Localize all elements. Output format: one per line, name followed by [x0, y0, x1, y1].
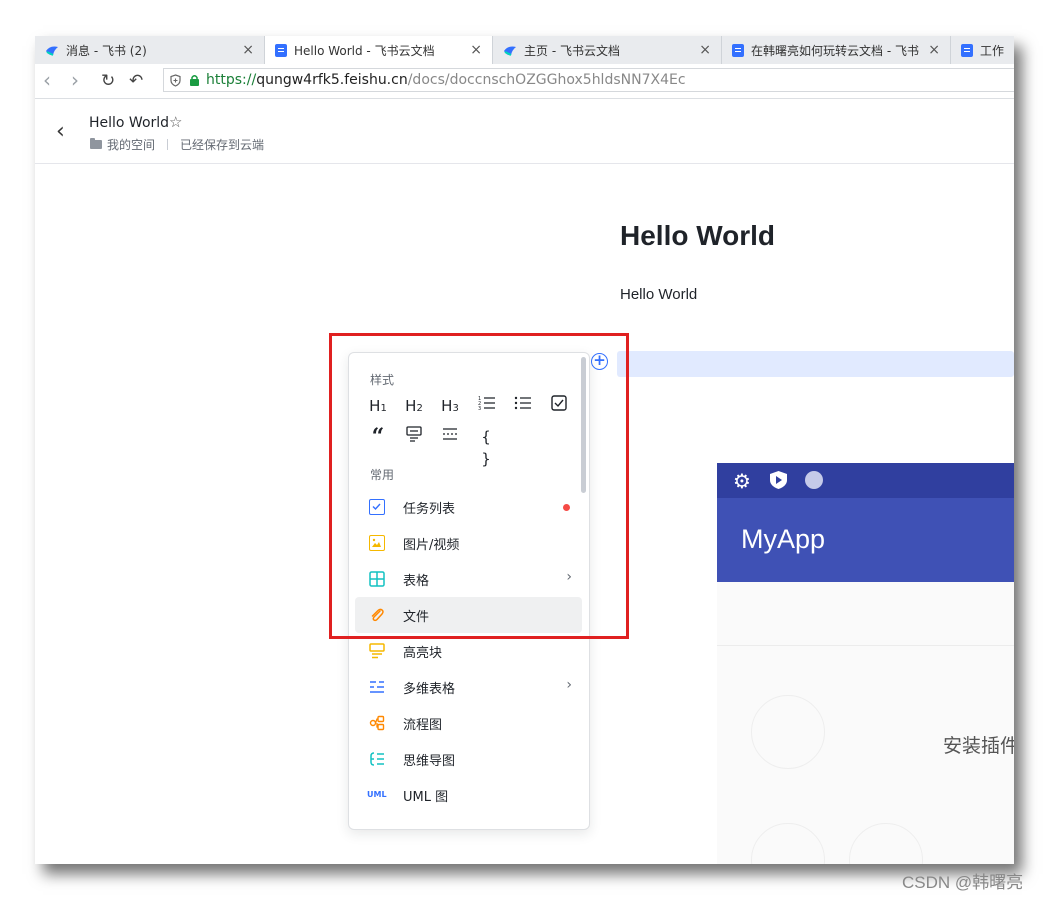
- menu-item-label: UML 图: [403, 790, 449, 805]
- menu-item-flowchart[interactable]: 流程图: [355, 705, 582, 741]
- tab-work[interactable]: 工作: [951, 36, 1014, 64]
- feishu-bird-icon: [503, 44, 517, 57]
- menu-item-label: 思维导图: [403, 754, 456, 769]
- breadcrumb: 我的空间 已经保存到云端: [90, 136, 264, 153]
- app-toolbar: MyApp: [717, 498, 1014, 582]
- url-path: /docs/doccnschOZGGhox5hldsNN7X4Ec: [407, 72, 686, 88]
- menu-item-label: 高亮块: [403, 646, 443, 661]
- tab-label: 消息 - 飞书 (2): [66, 43, 147, 58]
- menu-item-bitable[interactable]: 多维表格 ›: [355, 669, 582, 705]
- close-tab-icon[interactable]: ×: [470, 42, 482, 58]
- lock-icon: [189, 74, 200, 86]
- back-arrow-icon[interactable]: ‹: [43, 70, 51, 90]
- tab-cloud-doc[interactable]: 在韩曙亮如何玩转云文档 - 飞书 ×: [722, 36, 951, 64]
- ghost-circle: [849, 823, 923, 864]
- shield-icon: [769, 470, 788, 490]
- back-icon[interactable]: ‹: [56, 119, 65, 144]
- doc-header: ‹ Hello World ☆ 我的空间 已经保存到云端: [35, 99, 1014, 164]
- url-host: qungw4rfk5.feishu.cn: [256, 72, 408, 88]
- doc-icon: [961, 43, 973, 57]
- url-input[interactable]: https://qungw4rfk5.feishu.cn/docs/doccns…: [163, 68, 1014, 92]
- ghost-circle: [751, 823, 825, 864]
- tab-label: Hello World - 飞书云文档: [294, 44, 435, 58]
- watermark: CSDN @韩曙亮: [902, 873, 1024, 892]
- chevron-right-icon: ›: [566, 677, 572, 693]
- bitable-icon: [369, 679, 385, 695]
- app-status-bar: ⚙: [717, 463, 1014, 498]
- embedded-app-image: ⚙ MyApp 安装插件: [717, 463, 1014, 864]
- browser-window: 消息 - 飞书 (2) × Hello World - 飞书云文档 × 主页 -…: [35, 36, 1014, 864]
- status-dot-icon: [805, 471, 823, 489]
- feishu-bird-icon: [45, 44, 59, 57]
- forward-arrow-icon[interactable]: ›: [71, 70, 79, 90]
- folder-icon: [90, 138, 102, 149]
- flowchart-icon: [369, 715, 385, 731]
- doc-icon: [732, 43, 744, 57]
- breadcrumb-space[interactable]: 我的空间: [107, 136, 155, 153]
- menu-item-label: 流程图: [403, 718, 443, 733]
- tab-hello-world[interactable]: Hello World - 飞书云文档 ×: [265, 36, 493, 65]
- tab-label: 在韩曙亮如何玩转云文档 - 飞书: [751, 43, 919, 58]
- doc-paragraph[interactable]: Hello World: [620, 286, 697, 303]
- divider: [167, 139, 169, 150]
- reload-icon[interactable]: ↻: [101, 71, 115, 91]
- doc-icon: [275, 44, 287, 57]
- address-bar: ‹ › ↻ ↶ https://qungw4rfk5.feishu.cn/doc…: [35, 64, 1014, 99]
- close-tab-icon[interactable]: ×: [699, 42, 711, 58]
- shield-icon: [170, 73, 181, 87]
- doc-title[interactable]: Hello World: [89, 115, 169, 131]
- tab-label: 主页 - 飞书云文档: [524, 43, 620, 58]
- close-tab-icon[interactable]: ×: [242, 42, 254, 58]
- tab-label: 工作: [980, 43, 1005, 58]
- url-scheme: https://: [206, 72, 257, 88]
- active-block[interactable]: [617, 351, 1014, 377]
- install-plugin-text: 安装插件: [943, 735, 1014, 757]
- tab-home[interactable]: 主页 - 飞书云文档 ×: [493, 36, 722, 64]
- save-status: 已经保存到云端: [180, 138, 265, 152]
- tab-messages[interactable]: 消息 - 飞书 (2) ×: [35, 36, 265, 64]
- menu-item-uml[interactable]: UML UML 图: [355, 777, 582, 813]
- app-title: MyApp: [741, 524, 826, 554]
- divider: [717, 645, 1014, 646]
- menu-item-label: 多维表格: [403, 682, 456, 697]
- gear-icon: ⚙: [733, 469, 751, 493]
- menu-item-mindmap[interactable]: 思维导图: [355, 741, 582, 777]
- undo-icon[interactable]: ↶: [129, 71, 143, 91]
- annotation-highlight-box: [329, 333, 629, 639]
- close-tab-icon[interactable]: ×: [928, 42, 940, 58]
- uml-icon: UML: [367, 790, 387, 799]
- ghost-circle: [751, 695, 825, 769]
- highlight-icon: [369, 643, 385, 659]
- doc-heading[interactable]: Hello World: [620, 220, 775, 252]
- star-icon[interactable]: ☆: [169, 113, 182, 131]
- mindmap-icon: [369, 751, 385, 767]
- tab-strip: 消息 - 飞书 (2) × Hello World - 飞书云文档 × 主页 -…: [35, 36, 1014, 65]
